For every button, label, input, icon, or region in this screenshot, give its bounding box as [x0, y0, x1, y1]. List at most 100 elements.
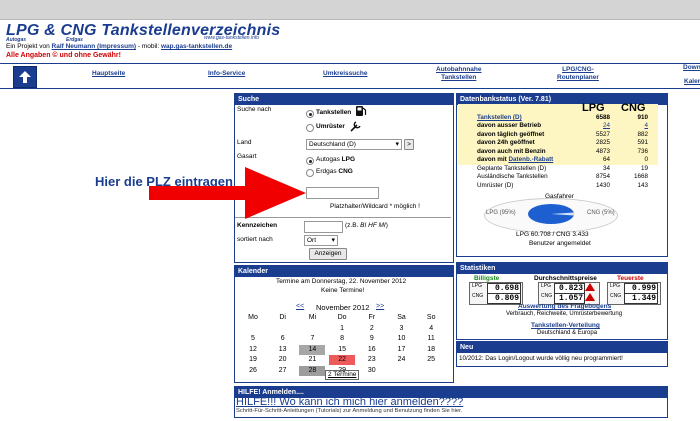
radio-cng[interactable]: [306, 169, 314, 177]
calendar-day[interactable]: 18: [418, 345, 444, 355]
nav-hauptseite[interactable]: Hauptseite: [92, 70, 125, 78]
calendar-day[interactable]: 15: [329, 345, 355, 355]
db-row-cng: 910: [637, 114, 648, 121]
calendar-day[interactable]: 19: [240, 355, 266, 365]
cng-bold: CNG: [338, 168, 353, 175]
db-row-cng: 1668: [633, 173, 648, 181]
verteilung-link[interactable]: Tankstellen-Verteilung: [531, 322, 600, 329]
disclaimer: Alle Angaben © und ohne Gewähr!: [6, 52, 121, 59]
mobile-link[interactable]: wap.gas-tankstellen.de: [161, 43, 232, 50]
calendar-day[interactable]: 4: [418, 324, 444, 334]
calendar-day[interactable]: 30: [359, 366, 385, 376]
calendar-day[interactable]: 1: [329, 324, 355, 334]
site-logo[interactable]: LPG & CNG Tankstellenverzeichnis Autogas…: [6, 22, 280, 43]
calendar-next[interactable]: >>: [376, 303, 384, 310]
search-panel-title: Suche: [235, 94, 453, 105]
durchschnitt-label: Durchschnittspreise: [534, 275, 597, 282]
plz-input[interactable]: [306, 187, 379, 199]
nav-autobahnnahe[interactable]: Autobahnnahe Tankstellen: [436, 66, 482, 82]
calendar-day[interactable]: 3: [389, 324, 415, 334]
calendar-weekday: Di: [279, 314, 286, 321]
radio-cng-label: Erdgas CNG: [316, 168, 353, 175]
calendar-day[interactable]: 8: [329, 334, 355, 344]
calendar-day[interactable]: 24: [389, 355, 415, 365]
trend-up-icons: [585, 283, 595, 301]
kz-hint-italic: BI HF MI: [360, 222, 386, 229]
rabatt-link[interactable]: Datenb.-Rabatt: [509, 156, 554, 163]
db-row-label[interactable]: Tankstellen (D): [477, 114, 522, 122]
calendar-day[interactable]: 7: [299, 334, 325, 344]
calendar-day[interactable]: 20: [270, 355, 296, 365]
land-label: Land: [237, 139, 252, 146]
calendar-day[interactable]: 11: [418, 334, 444, 344]
statistiken-panel-title: Statistiken: [457, 263, 667, 274]
teuerste-label: Teuerste: [617, 275, 644, 282]
neu-panel: Neu: [456, 341, 668, 367]
calendar-day[interactable]: 28: [299, 366, 326, 376]
calendar-day[interactable]: 23: [359, 355, 385, 365]
calendar-weekday: Do: [337, 314, 347, 321]
teuerste-lpg-tag: LPG: [610, 283, 621, 289]
db-row-lpg[interactable]: 24: [580, 122, 610, 130]
calendar-day[interactable]: 10: [389, 334, 415, 344]
project-prefix: Ein Projekt von: [6, 43, 52, 50]
calendar-weekday: Mi: [308, 314, 317, 321]
termine-link[interactable]: 2 Termine: [325, 370, 360, 380]
calendar-day[interactable]: 12: [240, 345, 266, 355]
lpg-bold: LPG: [341, 156, 356, 163]
calendar-day[interactable]: 14: [299, 344, 326, 355]
land-go-button[interactable]: >: [404, 139, 414, 150]
calendar-day[interactable]: 27: [270, 366, 296, 376]
calendar-day[interactable]: 5: [240, 334, 266, 344]
db-row-label: Ausländische Tankstellen: [477, 173, 548, 181]
calendar-day[interactable]: 16: [359, 345, 385, 355]
kz-hint-suffix: ): [385, 222, 388, 229]
calendar-day[interactable]: 17: [389, 345, 415, 355]
neu-text: 10/2012: Das Login/Logout wurde völlig n…: [459, 355, 623, 362]
radio-umruester[interactable]: [306, 124, 314, 132]
calendar-day[interactable]: 6: [270, 334, 296, 344]
db-row-cng[interactable]: 4: [618, 122, 648, 130]
anzeigen-button[interactable]: Anzeigen: [309, 248, 347, 260]
nav-info-service[interactable]: Info-Service: [208, 70, 245, 78]
calendar-panel-title: Kalender: [235, 266, 453, 277]
calendar-weekday: Mo: [248, 314, 258, 321]
calendar-day[interactable]: 22: [329, 355, 356, 366]
land-select[interactable]: Deutschland (D): [306, 139, 402, 150]
radio-tankstellen[interactable]: [306, 110, 314, 118]
radio-lpg[interactable]: [306, 157, 314, 165]
sort-select[interactable]: Ort: [304, 235, 338, 246]
nav-umkreissuche[interactable]: Umkreissuche: [323, 70, 367, 78]
calendar-day[interactable]: 25: [418, 355, 444, 365]
top-bar: [0, 0, 700, 20]
calendar-month: November 2012: [316, 303, 370, 312]
col-lpg-header: LPG: [582, 102, 605, 114]
db-row-lpg: 1430: [595, 181, 610, 189]
hilfe-big-link[interactable]: HILFE!!! Wo kann ich mich hier anmelden?…: [236, 396, 463, 408]
pie-cng-label: CNG (5%): [587, 210, 615, 216]
nav-routenplaner[interactable]: LPG/CNG- Routenplaner: [557, 66, 599, 82]
calendar-prev[interactable]: <<: [296, 303, 304, 310]
db-row-lpg: 8754: [595, 173, 610, 181]
gasart-label: Gasart: [237, 153, 257, 160]
home-up-button[interactable]: [13, 66, 37, 88]
calendar-day[interactable]: 13: [270, 345, 296, 355]
cng-prefix: Erdgas: [316, 168, 339, 175]
nav-kalender[interactable]: Kalen: [684, 78, 700, 86]
durchschnitt-lpg-tag: LPG: [541, 283, 552, 289]
calendar-day[interactable]: 21: [299, 355, 325, 365]
nav-download[interactable]: Downl: [683, 64, 700, 72]
db-row-label: Geplante Tankstellen (D): [477, 164, 547, 172]
author-link[interactable]: Ralf Neumann (Impressum): [52, 43, 137, 50]
calendar-day[interactable]: 9: [359, 334, 385, 344]
verteilung-sub: Deutschland & Europa: [537, 330, 598, 336]
kennzeichen-input[interactable]: [304, 221, 343, 233]
db-row-cng: 143: [637, 181, 648, 189]
hilfe-small-text: Schritt-Für-Schritt-Anleitungen (Tutoria…: [236, 408, 463, 414]
auswertung-link[interactable]: Auswertung des Fragebogens: [518, 303, 611, 310]
calendar-day[interactable]: 2: [359, 324, 385, 334]
db-row-label: Umrüster (D): [477, 181, 514, 189]
pie-lpg-label: LPG (95%): [486, 210, 516, 216]
nav-top-line: [0, 63, 700, 64]
calendar-day[interactable]: 26: [240, 366, 266, 376]
